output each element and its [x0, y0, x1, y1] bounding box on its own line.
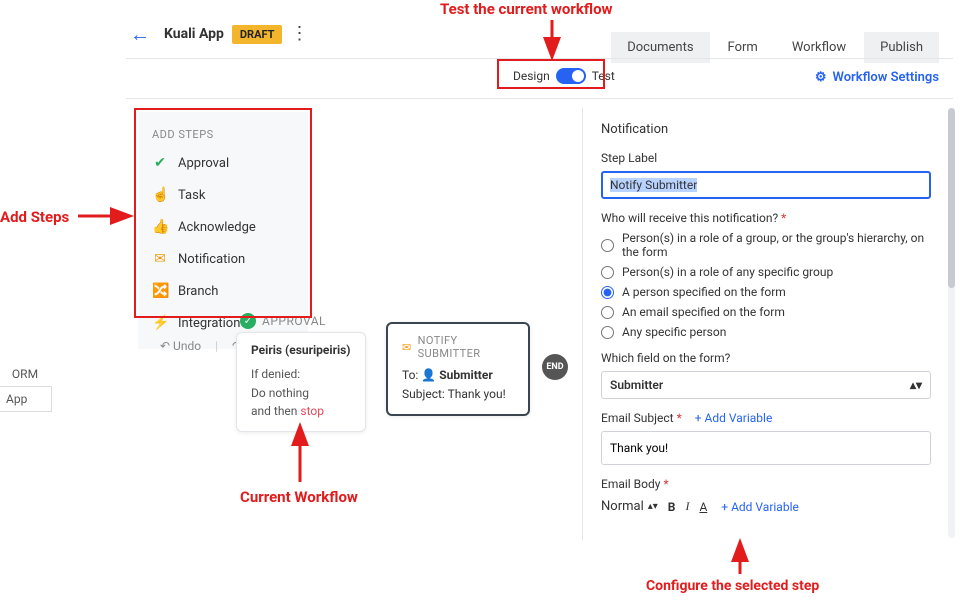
- step-label-label: Step Label: [601, 151, 931, 165]
- approval-assignee: Peiris (esuripeiris): [251, 343, 351, 357]
- annotation-add-steps: Add Steps: [0, 208, 69, 226]
- workflow-settings-label: Workflow Settings: [832, 70, 939, 85]
- recipient-option-2[interactable]: A person specified on the form: [601, 285, 931, 299]
- email-body-label: Email Body *: [601, 477, 931, 491]
- mode-toggle-group: Design Test: [503, 64, 625, 88]
- approval-rule-line: Do nothing: [251, 384, 351, 403]
- step-config-panel: Notification Step Label Notify Submitter…: [582, 108, 947, 540]
- add-step-label: Notification: [178, 252, 245, 267]
- config-scrollbar-thumb[interactable]: [948, 108, 955, 288]
- recipient-question: Who will receive this notification? *: [601, 211, 931, 225]
- mode-test-label: Test: [592, 69, 615, 83]
- approval-step-title: APPROVAL: [262, 314, 326, 328]
- bold-button[interactable]: B: [668, 500, 676, 514]
- add-step-notification[interactable]: ✉ Notification: [138, 243, 308, 275]
- approval-step-header: ✓ APPROVAL: [240, 310, 350, 332]
- notify-subject-row: Subject: Thank you!: [402, 385, 514, 404]
- app-name-input[interactable]: [0, 386, 52, 412]
- design-test-toggle[interactable]: [556, 68, 586, 84]
- add-step-branch[interactable]: 🔀 Branch: [138, 275, 308, 307]
- add-variable-subject[interactable]: Add Variable: [695, 411, 773, 425]
- email-subject-label: Email Subject * Add Variable: [601, 411, 931, 425]
- step-label-input[interactable]: Notify Submitter: [601, 171, 931, 199]
- rte-style-select[interactable]: Normal ▴▾: [601, 499, 658, 514]
- add-steps-title: ADD STEPS: [138, 122, 308, 147]
- add-step-approval[interactable]: ✔ Approval: [138, 147, 308, 179]
- recipient-option-3[interactable]: An email specified on the form: [601, 305, 931, 319]
- pointer-icon: ☝: [152, 187, 168, 203]
- bolt-icon: ⚡: [152, 315, 168, 331]
- rich-text-toolbar: Normal ▴▾ B I A Add Variable: [601, 499, 931, 514]
- workflow-settings-link[interactable]: ⚙ Workflow Settings: [815, 70, 939, 85]
- annotation-configure: Configure the selected step: [646, 578, 819, 594]
- add-step-label: Integration: [178, 316, 240, 331]
- back-arrow-icon[interactable]: ←: [130, 22, 150, 47]
- check-circle-icon: ✓: [240, 313, 256, 329]
- add-step-label: Approval: [178, 156, 229, 171]
- undo-button[interactable]: ↶ Undo: [160, 339, 201, 353]
- form-section-label: ORM: [0, 362, 50, 386]
- thumbs-up-icon: 👍: [152, 219, 168, 235]
- more-menu-icon[interactable]: ⋮: [290, 25, 308, 43]
- italic-button[interactable]: I: [685, 499, 689, 514]
- check-circle-icon: ✔: [152, 155, 168, 171]
- app-title: Kuali App: [164, 26, 224, 42]
- recipient-option-1[interactable]: Person(s) in a role of any specific grou…: [601, 265, 931, 279]
- recipient-option-0[interactable]: Person(s) in a role of a group, or the g…: [601, 231, 931, 259]
- chevron-updown-icon: ▴▾: [648, 501, 658, 512]
- email-subject-input[interactable]: [601, 431, 931, 465]
- mode-design-label: Design: [513, 69, 550, 83]
- person-icon: 👤: [421, 368, 436, 382]
- add-variable-body[interactable]: Add Variable: [721, 500, 799, 514]
- notify-step-title: NOTIFY SUBMITTER: [418, 334, 514, 360]
- annotation-current-workflow: Current Workflow: [240, 488, 358, 506]
- envelope-icon: ✉: [402, 341, 412, 354]
- envelope-icon: ✉: [152, 251, 168, 267]
- add-step-label: Branch: [178, 284, 218, 299]
- gear-icon: ⚙: [815, 70, 827, 85]
- add-step-label: Acknowledge: [178, 220, 256, 235]
- form-field-select[interactable]: Submitter ▴▾: [601, 371, 931, 399]
- approval-rule-line: and then stop: [251, 402, 351, 421]
- notify-to-row: To: 👤Submitter: [402, 366, 514, 385]
- notify-step-card[interactable]: ✉ NOTIFY SUBMITTER To: 👤Submitter Subjec…: [386, 322, 530, 416]
- workflow-end-node[interactable]: END: [542, 354, 568, 380]
- branch-icon: 🔀: [152, 283, 168, 299]
- add-step-label: Task: [178, 188, 205, 203]
- select-arrows-icon: ▴▾: [910, 378, 922, 392]
- field-question: Which field on the form?: [601, 351, 931, 365]
- add-step-acknowledge[interactable]: 👍 Acknowledge: [138, 211, 308, 243]
- draft-badge: DRAFT: [232, 25, 283, 44]
- add-step-task[interactable]: ☝ Task: [138, 179, 308, 211]
- approval-rule-line: If denied:: [251, 365, 351, 384]
- undo-redo-toolbar: ↶ Undo | ↷ Redo: [0, 332, 272, 360]
- approval-step-card[interactable]: Peiris (esuripeiris) If denied: Do nothi…: [236, 332, 366, 432]
- text-color-button[interactable]: A: [699, 500, 707, 514]
- recipient-option-4[interactable]: Any specific person: [601, 325, 931, 339]
- config-section-title: Notification: [601, 122, 931, 137]
